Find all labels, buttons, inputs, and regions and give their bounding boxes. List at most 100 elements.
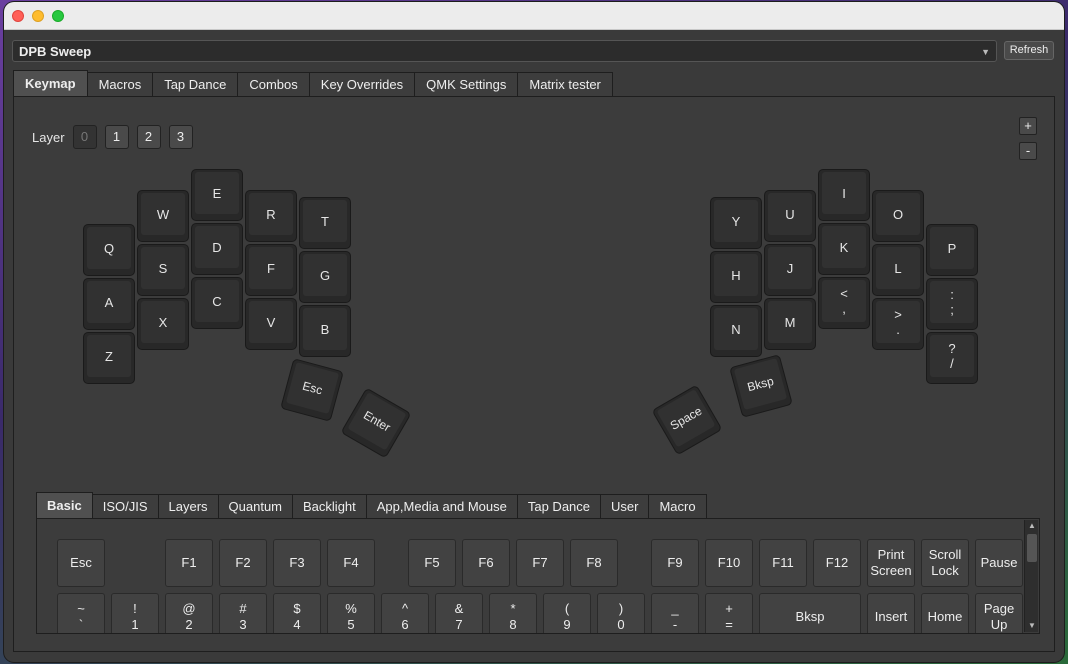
keycode-5[interactable]: % 5 bbox=[327, 593, 375, 633]
keycode-8[interactable]: * 8 bbox=[489, 593, 537, 633]
key-t[interactable]: T bbox=[300, 198, 350, 248]
keycode-insert[interactable]: Insert bbox=[867, 593, 915, 633]
layer-button-3[interactable]: 3 bbox=[168, 125, 193, 149]
keycode-home[interactable]: Home bbox=[921, 593, 969, 633]
keycode-pause[interactable]: Pause bbox=[975, 539, 1023, 587]
key-comma[interactable]: < , bbox=[819, 278, 869, 328]
keycode-1[interactable]: ! 1 bbox=[111, 593, 159, 633]
layer-label: Layer bbox=[32, 129, 65, 145]
scroll-up-icon[interactable]: ▲ bbox=[1025, 520, 1039, 532]
key-enter[interactable]: Enter bbox=[341, 388, 411, 458]
keycode-4[interactable]: $ 4 bbox=[273, 593, 321, 633]
maximize-window-button[interactable] bbox=[52, 10, 64, 22]
tab-quantum[interactable]: Quantum bbox=[217, 494, 294, 518]
key-b[interactable]: B bbox=[300, 306, 350, 356]
tab-basic[interactable]: Basic bbox=[36, 492, 93, 518]
device-select[interactable]: DPB Sweep ▼ bbox=[12, 40, 997, 62]
key-space[interactable]: Space bbox=[652, 385, 722, 455]
zoom-out-button[interactable]: - bbox=[1019, 142, 1037, 160]
tab-tap-dance[interactable]: Tap Dance bbox=[152, 72, 239, 96]
key-e[interactable]: E bbox=[192, 170, 242, 220]
keycode-grave[interactable]: ~ ` bbox=[57, 593, 105, 633]
key-k[interactable]: K bbox=[819, 224, 869, 274]
key-z[interactable]: Z bbox=[84, 333, 134, 383]
key-i[interactable]: I bbox=[819, 170, 869, 220]
key-slash[interactable]: ? / bbox=[927, 333, 977, 383]
keycode-6[interactable]: ^ 6 bbox=[381, 593, 429, 633]
key-s[interactable]: S bbox=[138, 245, 188, 295]
tab-combos[interactable]: Combos bbox=[237, 72, 310, 96]
keycode-f6[interactable]: F6 bbox=[462, 539, 510, 587]
keycode-9[interactable]: ( 9 bbox=[543, 593, 591, 633]
key-p[interactable]: P bbox=[927, 225, 977, 275]
close-window-button[interactable] bbox=[12, 10, 24, 22]
key-semicolon[interactable]: : ; bbox=[927, 279, 977, 329]
keycode-f10[interactable]: F10 bbox=[705, 539, 753, 587]
keycode-page-up[interactable]: Page Up bbox=[975, 593, 1023, 633]
keycode-f7[interactable]: F7 bbox=[516, 539, 564, 587]
keycode-f9[interactable]: F9 bbox=[651, 539, 699, 587]
tab-key-overrides[interactable]: Key Overrides bbox=[308, 72, 416, 96]
keycode-f5[interactable]: F5 bbox=[408, 539, 456, 587]
zoom-in-button[interactable]: + bbox=[1019, 117, 1037, 135]
keycode-print-screen[interactable]: Print Screen bbox=[867, 539, 915, 587]
key-esc[interactable]: Esc bbox=[281, 359, 343, 421]
key-a[interactable]: A bbox=[84, 279, 134, 329]
key-d[interactable]: D bbox=[192, 224, 242, 274]
tab-iso-jis[interactable]: ISO/JIS bbox=[91, 494, 159, 518]
keycode-scroll-lock[interactable]: Scroll Lock bbox=[921, 539, 969, 587]
key-m[interactable]: M bbox=[765, 299, 815, 349]
key-period[interactable]: > . bbox=[873, 299, 923, 349]
keycode-7[interactable]: & 7 bbox=[435, 593, 483, 633]
tab-matrix-tester[interactable]: Matrix tester bbox=[517, 72, 613, 96]
key-f[interactable]: F bbox=[246, 245, 296, 295]
tab-macro[interactable]: Macro bbox=[648, 494, 707, 518]
key-c[interactable]: C bbox=[192, 278, 242, 328]
layer-button-2[interactable]: 2 bbox=[136, 125, 161, 149]
tab-user[interactable]: User bbox=[600, 494, 650, 518]
tab-keymap[interactable]: Keymap bbox=[13, 70, 88, 96]
layer-button-1[interactable]: 1 bbox=[104, 125, 129, 149]
key-x[interactable]: X bbox=[138, 299, 188, 349]
tab-layers[interactable]: Layers bbox=[157, 494, 219, 518]
key-j[interactable]: J bbox=[765, 245, 815, 295]
layer-button-0[interactable]: 0 bbox=[72, 125, 97, 149]
minimize-window-button[interactable] bbox=[32, 10, 44, 22]
key-w[interactable]: W bbox=[138, 191, 188, 241]
key-y[interactable]: Y bbox=[711, 198, 761, 248]
key-r[interactable]: R bbox=[246, 191, 296, 241]
key-u[interactable]: U bbox=[765, 191, 815, 241]
tab-qmk-settings[interactable]: QMK Settings bbox=[414, 72, 519, 96]
keycode-2[interactable]: @ 2 bbox=[165, 593, 213, 633]
keycode-equal[interactable]: + = bbox=[705, 593, 753, 633]
tab-keycode-tap-dance[interactable]: Tap Dance bbox=[516, 494, 602, 518]
key-h[interactable]: H bbox=[711, 252, 761, 302]
device-name: DPB Sweep bbox=[19, 44, 92, 59]
keycode-f8[interactable]: F8 bbox=[570, 539, 618, 587]
scroll-thumb[interactable] bbox=[1027, 534, 1037, 562]
keycode-esc[interactable]: Esc bbox=[57, 539, 105, 587]
tab-app-media-mouse[interactable]: App,Media and Mouse bbox=[365, 494, 518, 518]
keycode-scrollbar[interactable]: ▲ ▼ bbox=[1024, 520, 1038, 632]
key-bksp[interactable]: Bksp bbox=[730, 355, 792, 417]
scroll-down-icon[interactable]: ▼ bbox=[1025, 620, 1039, 632]
key-q[interactable]: Q bbox=[84, 225, 134, 275]
keycode-f12[interactable]: F12 bbox=[813, 539, 861, 587]
keycode-f1[interactable]: F1 bbox=[165, 539, 213, 587]
tab-macros[interactable]: Macros bbox=[86, 72, 154, 96]
keycode-f4[interactable]: F4 bbox=[327, 539, 375, 587]
keycode-f2[interactable]: F2 bbox=[219, 539, 267, 587]
key-g[interactable]: G bbox=[300, 252, 350, 302]
keycode-f3[interactable]: F3 bbox=[273, 539, 321, 587]
keycode-bksp[interactable]: Bksp bbox=[759, 593, 861, 633]
keycode-minus[interactable]: _ - bbox=[651, 593, 699, 633]
tab-backlight[interactable]: Backlight bbox=[292, 494, 367, 518]
key-v[interactable]: V bbox=[246, 299, 296, 349]
keycode-0[interactable]: ) 0 bbox=[597, 593, 645, 633]
key-o[interactable]: O bbox=[873, 191, 923, 241]
keycode-3[interactable]: # 3 bbox=[219, 593, 267, 633]
keycode-f11[interactable]: F11 bbox=[759, 539, 807, 587]
key-n[interactable]: N bbox=[711, 306, 761, 356]
key-l[interactable]: L bbox=[873, 245, 923, 295]
refresh-button[interactable]: Refresh bbox=[1004, 41, 1054, 60]
